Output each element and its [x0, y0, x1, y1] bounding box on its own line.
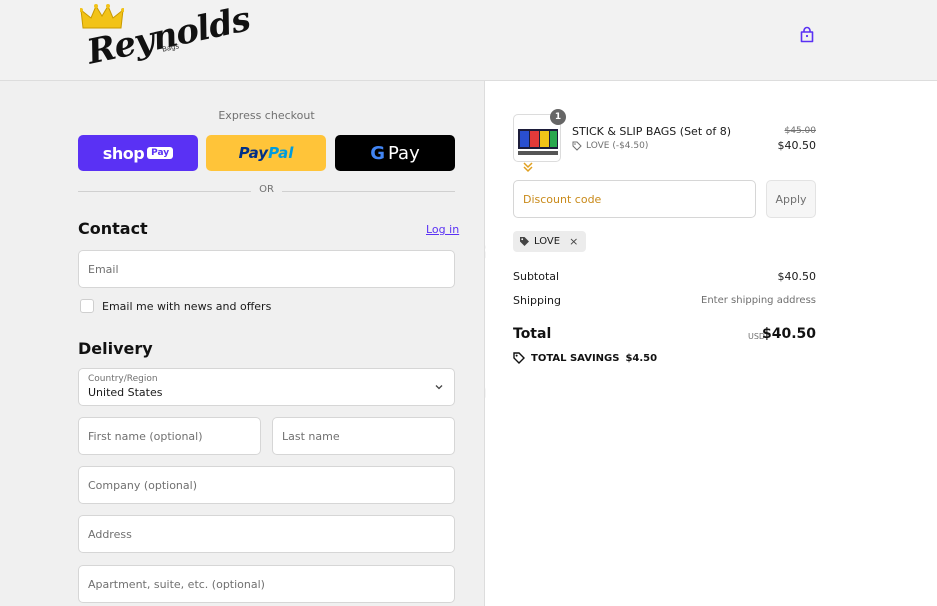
email-field[interactable] — [79, 251, 454, 287]
product-name: STICK & SLIP BAGS (Set of 8) — [572, 125, 732, 138]
subtotal-value: $40.50 — [777, 270, 817, 283]
newsletter-row: Email me with news and offers — [78, 298, 271, 314]
email-field-wrapper — [78, 250, 455, 288]
price-final: $40.50 — [777, 139, 817, 152]
last-name-wrapper — [272, 417, 455, 455]
chevrons-down-icon — [523, 162, 533, 173]
shopping-bag-icon[interactable] — [798, 26, 816, 44]
last-name-field[interactable] — [273, 418, 454, 454]
company-wrapper — [78, 466, 455, 504]
checkout-form: Express checkout shop Pay Pay Pal G Pay O… — [0, 81, 485, 606]
chevron-down-icon — [435, 385, 443, 390]
discount-field-wrapper — [513, 180, 756, 218]
total-label: Total — [513, 326, 552, 342]
company-field[interactable] — [79, 467, 454, 503]
remove-discount-icon[interactable]: × — [569, 235, 578, 248]
delivery-title: Delivery — [78, 339, 153, 358]
applied-discount-chip: LOVE × — [513, 231, 587, 252]
express-checkout-title: Express checkout — [218, 109, 315, 122]
tag-icon — [520, 237, 529, 246]
address-wrapper — [78, 515, 455, 553]
apartment-wrapper — [78, 565, 455, 603]
google-pay-button[interactable]: G Pay — [335, 135, 455, 171]
first-name-wrapper — [78, 417, 261, 455]
tag-icon — [513, 352, 525, 364]
order-summary: 1 STICK & SLIP BAGS (Set of 8) LOVE (-$4… — [486, 81, 937, 606]
header: Reynolds Bags — [0, 0, 937, 81]
google-g-icon: G — [370, 142, 386, 164]
contact-title: Contact — [78, 219, 148, 238]
apply-button[interactable]: Apply — [766, 180, 816, 218]
newsletter-label: Email me with news and offers — [102, 299, 272, 313]
price-original: $45.00 — [784, 126, 817, 136]
apartment-field[interactable] — [79, 566, 454, 602]
total-value: $40.50 — [761, 326, 816, 342]
total-savings: TOTAL SAVINGS $4.50 — [513, 352, 657, 364]
paypal-button[interactable]: Pay Pal — [206, 135, 326, 171]
first-name-field[interactable] — [79, 418, 260, 454]
product-discount: LOVE (-$4.50) — [572, 141, 648, 151]
country-select[interactable]: Country/Region United States — [78, 368, 455, 406]
quantity-badge: 1 — [550, 109, 566, 125]
shop-pay-button[interactable]: shop Pay — [78, 135, 198, 171]
shipping-label: Shipping — [513, 294, 561, 307]
subtotal-label: Subtotal — [513, 270, 560, 283]
newsletter-checkbox[interactable] — [80, 299, 94, 313]
tag-icon — [572, 141, 582, 151]
brand-logo[interactable]: Reynolds Bags — [78, 0, 253, 74]
shipping-value: Enter shipping address — [701, 295, 816, 306]
address-field[interactable] — [79, 516, 454, 552]
or-divider: OR — [78, 183, 455, 199]
discount-code-input[interactable] — [514, 181, 755, 217]
login-link[interactable]: Log in — [426, 223, 459, 236]
